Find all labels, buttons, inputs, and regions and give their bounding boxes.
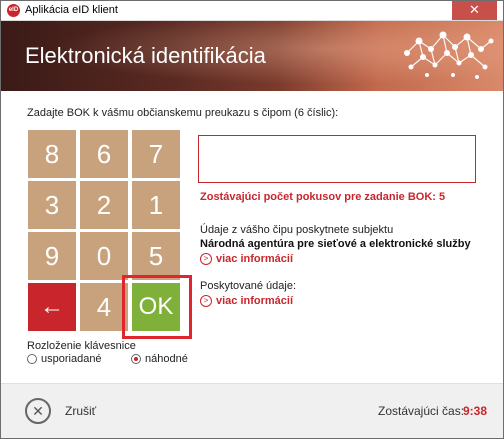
cancel-icon[interactable]: ✕ <box>25 398 51 424</box>
layout-option-ordered[interactable]: usporiadané <box>27 353 102 365</box>
key-0[interactable]: 0 <box>80 232 128 280</box>
pin-instruction: Zadajte BOK k vášmu občianskemu preukazu… <box>27 107 339 119</box>
footer-bar: ✕ Zrušiť Zostávajúci čas: 9:38 <box>1 383 503 438</box>
bok-input-field[interactable] <box>198 135 476 183</box>
chevron-right-icon: > <box>200 253 212 265</box>
subject-name: Národná agentúra pre sieťové a elektroni… <box>200 238 471 250</box>
key-6[interactable]: 6 <box>80 130 128 178</box>
key-2[interactable]: 2 <box>80 181 128 229</box>
eid-app-icon: eID <box>7 4 20 17</box>
keypad-layout-label: Rozloženie klávesnice <box>27 340 136 352</box>
key-9[interactable]: 9 <box>28 232 76 280</box>
subject-more-info-link[interactable]: > viac informácií <box>200 253 293 265</box>
provided-more-info-link[interactable]: > viac informácií <box>200 295 293 307</box>
title-bar: eID Aplikácia eID klient ✕ <box>1 1 503 21</box>
key-1[interactable]: 1 <box>132 181 180 229</box>
remaining-time-label: Zostávajúci čas: <box>378 404 465 418</box>
key-7[interactable]: 7 <box>132 130 180 178</box>
header-banner: Elektronická identifikácia <box>1 21 503 91</box>
layout-option-random[interactable]: náhodné <box>131 353 188 365</box>
remaining-attempts: Zostávajúci počet pokusov pre zadanie BO… <box>200 191 446 203</box>
ok-highlight-frame <box>122 275 192 339</box>
window-close-button[interactable]: ✕ <box>452 1 497 20</box>
banner-title: Elektronická identifikácia <box>25 43 266 68</box>
subject-label: Údaje z vášho čipu poskytnete subjektu <box>200 224 394 236</box>
radio-random[interactable] <box>131 354 141 364</box>
provided-data-label: Poskytované údaje: <box>200 280 297 292</box>
key-5[interactable]: 5 <box>132 232 180 280</box>
network-logo-icon <box>404 31 494 79</box>
app-window: eID Aplikácia eID klient ✕ Elektronická … <box>0 0 504 439</box>
cancel-button[interactable]: Zrušiť <box>65 404 96 418</box>
radio-ordered[interactable] <box>27 354 37 364</box>
remaining-time-value: 9:38 <box>463 404 488 418</box>
key-4[interactable]: 4 <box>80 283 128 331</box>
window-title: Aplikácia eID klient <box>25 4 118 16</box>
key-8[interactable]: 8 <box>28 130 76 178</box>
backspace-key[interactable]: ← <box>28 283 76 331</box>
key-3[interactable]: 3 <box>28 181 76 229</box>
chevron-right-icon: > <box>200 295 212 307</box>
